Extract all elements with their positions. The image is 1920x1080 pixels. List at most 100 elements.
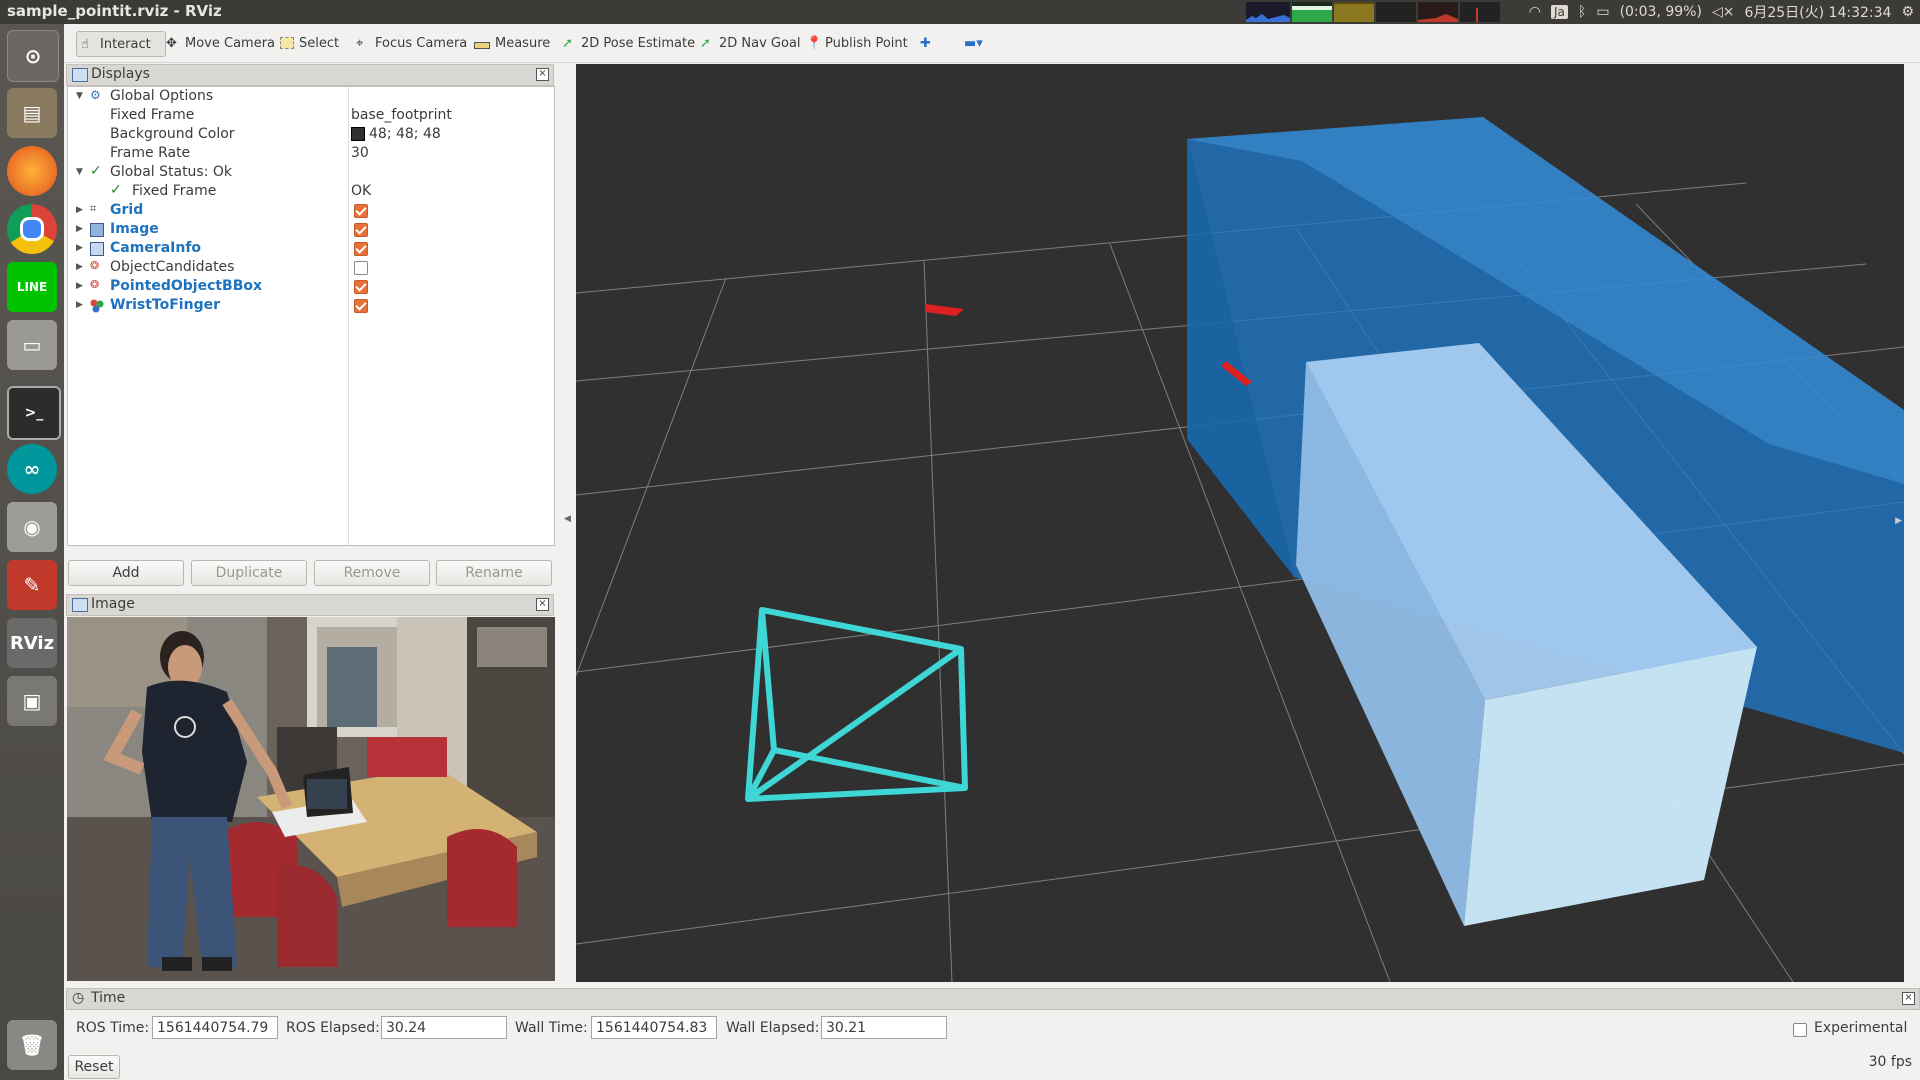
experimental-checkbox[interactable]: [1793, 1023, 1807, 1037]
focus-camera-tool[interactable]: ⌖ Focus Camera: [352, 31, 471, 55]
expand-arrow-icon[interactable]: ▶: [76, 224, 83, 234]
wristtofinger-checkbox[interactable]: [354, 299, 368, 313]
publish-point-tool[interactable]: 📍 Publish Point: [802, 31, 912, 55]
time-panel-title: Time: [91, 990, 126, 1006]
background-color-value: 48; 48; 48: [369, 126, 441, 142]
global-options-row[interactable]: ▼ ⚙ Global Options: [68, 87, 554, 106]
monitor-icon: [72, 68, 88, 82]
camera-image: [67, 617, 555, 981]
pose-estimate-tool[interactable]: ➚ 2D Pose Estimate: [558, 31, 699, 55]
expand-arrow-icon[interactable]: ▶: [76, 243, 83, 253]
grid-checkbox[interactable]: [354, 204, 368, 218]
close-icon[interactable]: ×: [536, 68, 549, 81]
arduino-icon[interactable]: ∞: [7, 444, 57, 494]
battery-status[interactable]: (0:03, 99%): [1620, 4, 1702, 20]
keyboard-language[interactable]: Ja: [1551, 5, 1568, 19]
fixed-frame-value[interactable]: base_footprint: [351, 107, 452, 123]
hand-icon: ☝: [81, 37, 89, 52]
global-status-row[interactable]: ▼ ✓ Global Status: Ok: [68, 163, 554, 182]
workspace-switcher-icon[interactable]: ▣: [7, 676, 57, 726]
ros-time-label: ROS Time:: [76, 1020, 150, 1036]
expand-arrow-icon[interactable]: ▼: [76, 91, 83, 101]
camerainfo-checkbox[interactable]: [354, 242, 368, 256]
wall-elapsed-field[interactable]: 30.21: [821, 1016, 947, 1039]
launcher: ⊙ ▤ LINE ▭ >_ ∞ ◉ ✎ RViz ▣ 🗑: [0, 24, 64, 1080]
panel-splitter[interactable]: ◀: [553, 64, 575, 982]
expand-arrow-icon[interactable]: ▶: [76, 205, 83, 215]
expand-arrow-icon[interactable]: ▶: [76, 281, 83, 291]
grid-icon: ⌗: [90, 202, 97, 215]
add-button[interactable]: Add: [68, 560, 184, 586]
duplicate-button[interactable]: Duplicate: [191, 560, 307, 586]
expand-arrow-icon[interactable]: ▶: [76, 300, 83, 310]
frame-rate-value[interactable]: 30: [351, 145, 369, 161]
fixed-frame-row[interactable]: Fixed Frame base_footprint: [68, 106, 554, 125]
clock[interactable]: 6月25日(火) 14:32:34: [1744, 2, 1891, 22]
ubuntu-home-icon[interactable]: ⊙: [7, 30, 59, 82]
green-arrow-icon: ➚: [700, 36, 711, 51]
display-item-camerainfo[interactable]: ▶ CameraInfo: [68, 239, 554, 258]
chrome-icon[interactable]: [7, 204, 57, 254]
fixed-frame-status-row[interactable]: ✓ Fixed Frame OK: [68, 182, 554, 201]
interact-tool[interactable]: ☝ Interact: [76, 31, 166, 57]
nav-goal-tool[interactable]: ➚ 2D Nav Goal: [696, 31, 805, 55]
camera-icon[interactable]: ◉: [7, 502, 57, 552]
ros-elapsed-field[interactable]: 30.24: [381, 1016, 507, 1039]
volume-icon[interactable]: ◁×: [1712, 4, 1735, 20]
expand-arrow-icon[interactable]: ▶: [76, 262, 83, 272]
display-item-pointedobjectbbox[interactable]: ▶ ❂ PointedObjectBBox: [68, 277, 554, 296]
measure-tool[interactable]: Measure: [470, 31, 554, 55]
move-camera-tool[interactable]: ✥ Move Camera: [162, 31, 279, 55]
ros-time-field[interactable]: 1561440754.79: [152, 1016, 278, 1039]
frame-rate-row[interactable]: Frame Rate 30: [68, 144, 554, 163]
display-item-objectcandidates[interactable]: ▶ ❂ ObjectCandidates: [68, 258, 554, 277]
camera-info-icon: [90, 242, 104, 256]
line-icon[interactable]: LINE: [7, 262, 57, 312]
select-tool[interactable]: Select: [276, 31, 343, 55]
background-color-row[interactable]: Background Color 48; 48; 48: [68, 125, 554, 144]
remove-tool-button[interactable]: ▬▾: [960, 31, 987, 55]
battery-icon[interactable]: ▭: [1596, 4, 1609, 20]
render-3d-view[interactable]: ▶: [576, 64, 1904, 982]
gear-icon: ⚙: [90, 88, 101, 102]
plus-icon: ✚: [920, 35, 931, 51]
image-panel-title: Image: [91, 596, 135, 612]
clock-icon: ◷: [72, 990, 85, 1006]
experimental-label: Experimental: [1814, 1020, 1908, 1036]
gear-icon[interactable]: ⚙: [1901, 4, 1914, 20]
rviz-icon[interactable]: RViz: [7, 618, 57, 668]
add-tool-button[interactable]: ✚: [916, 31, 935, 55]
focus-icon: ⌖: [356, 36, 364, 51]
displays-title: Displays: [91, 66, 150, 82]
rename-button[interactable]: Rename: [436, 560, 552, 586]
image-checkbox[interactable]: [354, 223, 368, 237]
file-manager-icon[interactable]: ▤: [7, 88, 57, 138]
remove-button[interactable]: Remove: [314, 560, 430, 586]
close-icon[interactable]: ×: [1902, 992, 1915, 1005]
image-icon: [72, 598, 88, 612]
firefox-icon[interactable]: [7, 146, 57, 196]
settings-tools-icon[interactable]: ✎: [7, 560, 57, 610]
wall-time-field[interactable]: 1561440754.83: [591, 1016, 717, 1039]
disk-icon[interactable]: ▭: [7, 320, 57, 370]
ros-elapsed-label: ROS Elapsed:: [286, 1020, 380, 1036]
color-swatch: [351, 127, 365, 141]
system-tray: ◠ Ja ᛒ ▭ (0:03, 99%) ◁× 6月25日(火) 14:32:3…: [1529, 0, 1920, 24]
check-icon: ✓: [90, 163, 102, 179]
display-item-wristtofinger[interactable]: ▶ WristToFinger: [68, 296, 554, 315]
wifi-icon[interactable]: ◠: [1529, 4, 1541, 20]
trash-icon[interactable]: 🗑: [7, 1020, 57, 1070]
green-arrow-icon: ➚: [562, 36, 573, 51]
close-icon[interactable]: ×: [536, 598, 549, 611]
display-item-image[interactable]: ▶ Image: [68, 220, 554, 239]
objectcandidates-checkbox[interactable]: [354, 261, 368, 275]
display-item-grid[interactable]: ▶ ⌗ Grid: [68, 201, 554, 220]
bluetooth-icon[interactable]: ᛒ: [1578, 4, 1586, 20]
pointedobjectbbox-checkbox[interactable]: [354, 280, 368, 294]
expand-arrow-icon[interactable]: ▼: [76, 167, 83, 177]
system-monitor: [1246, 2, 1516, 22]
displays-panel-header: Displays ×: [66, 64, 554, 86]
terminal-icon[interactable]: >_: [7, 386, 61, 440]
reset-button[interactable]: Reset: [68, 1055, 120, 1079]
check-icon: ✓: [110, 182, 122, 198]
